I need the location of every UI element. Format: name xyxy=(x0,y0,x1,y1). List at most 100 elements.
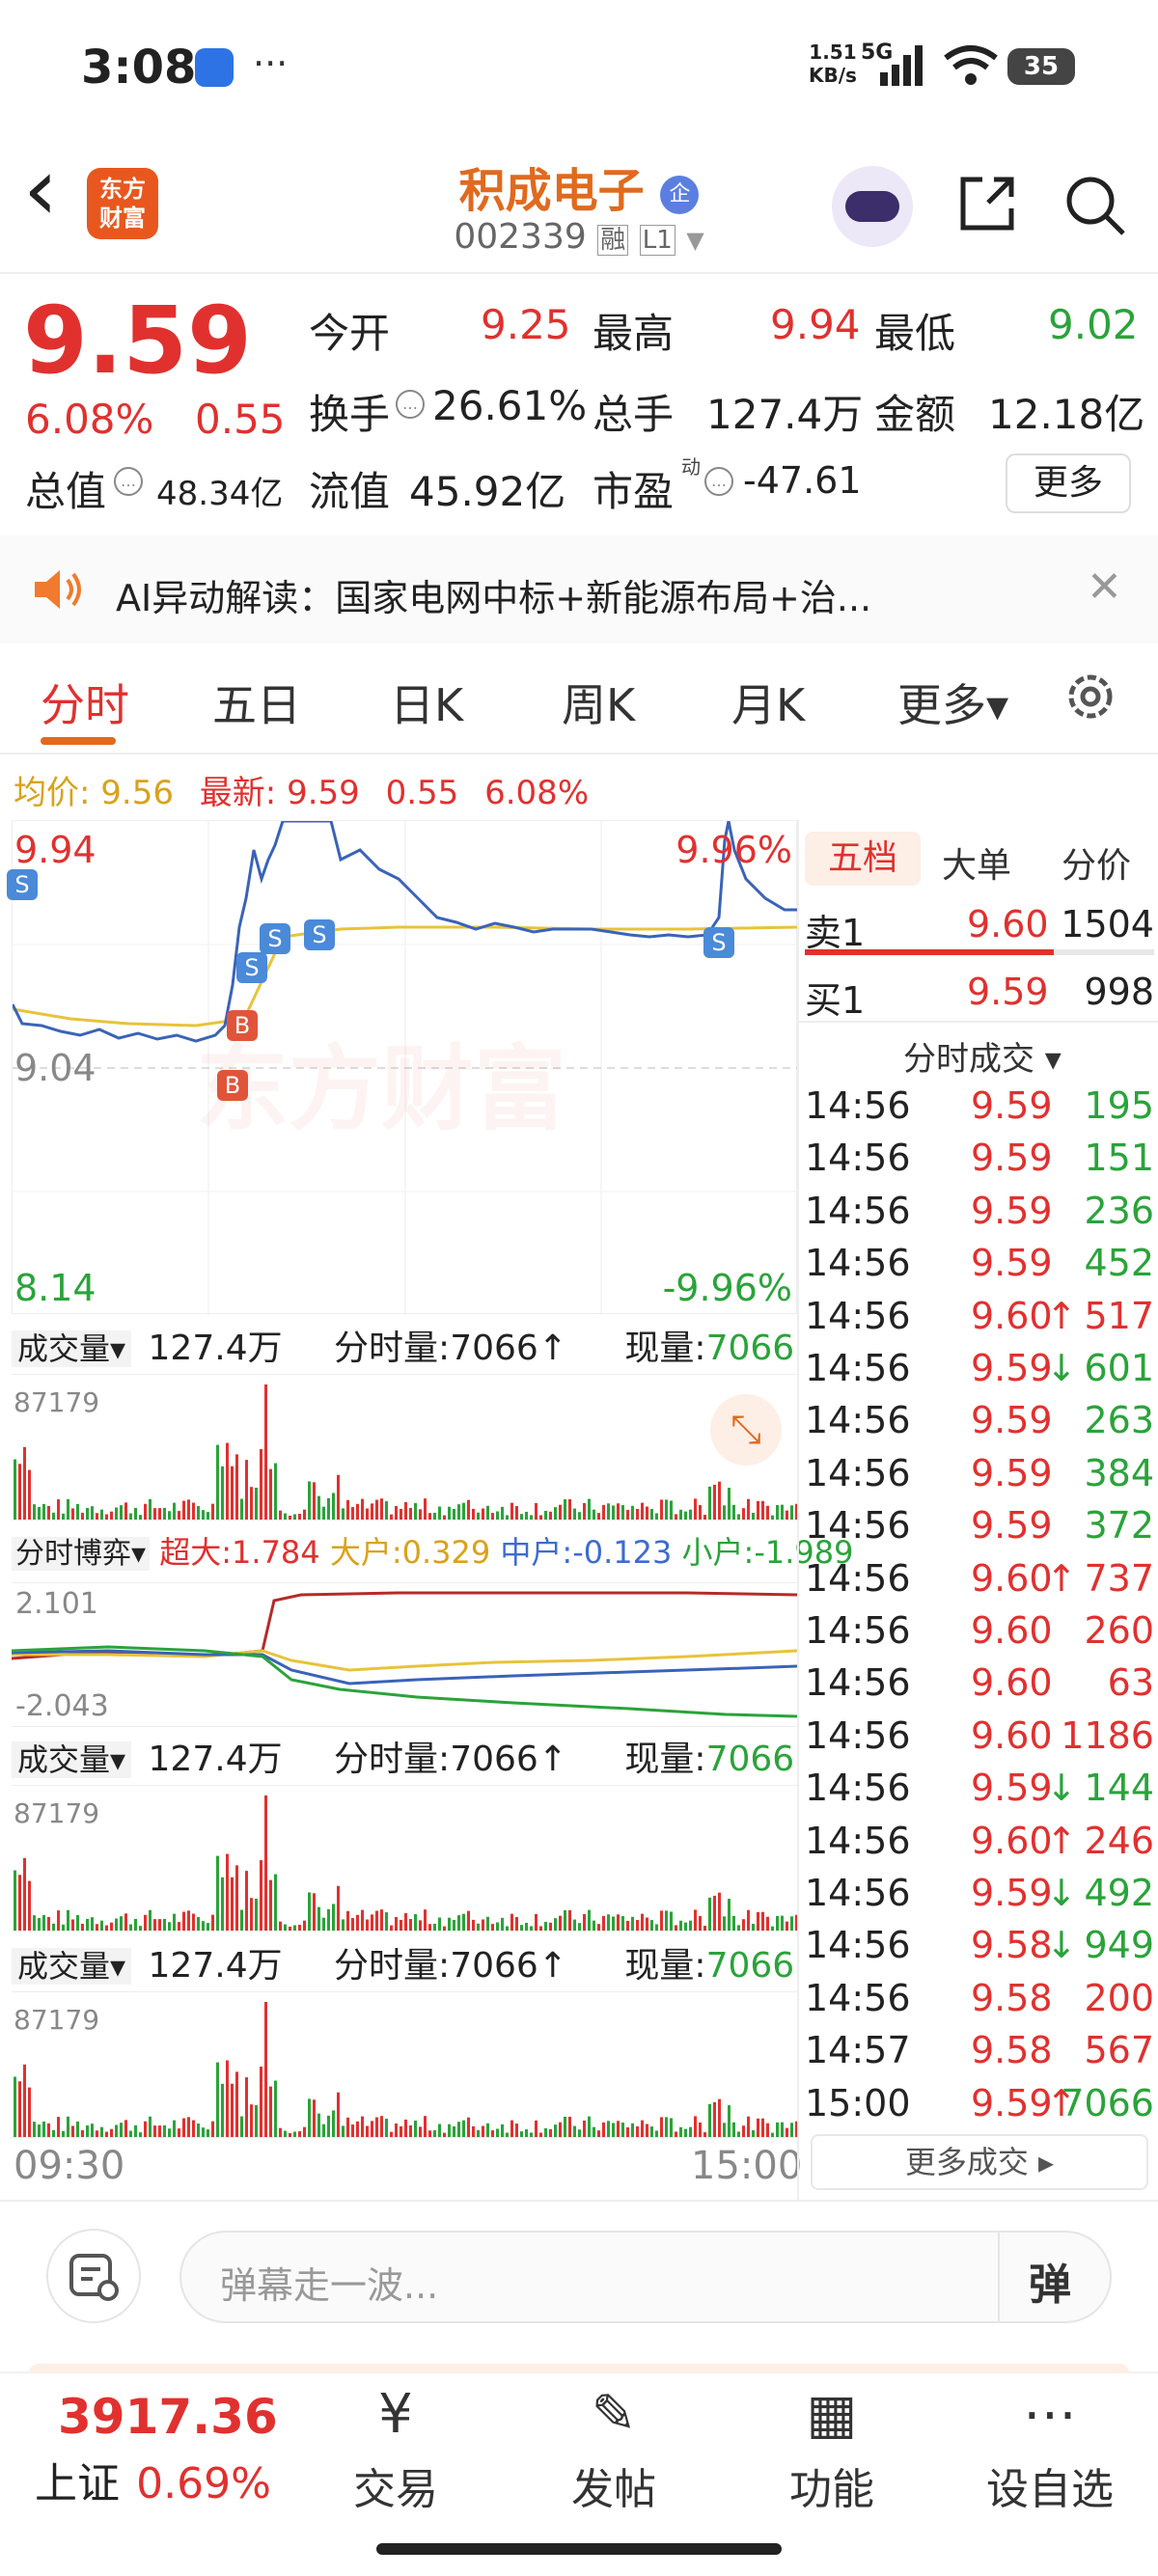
nav-functions[interactable]: ▦ 功能 xyxy=(735,2381,928,2516)
intraday-chart[interactable]: 东方财富 9.94 9.96% 9.04 8.14 -9.96% S S S S… xyxy=(7,820,798,1315)
volume-bar xyxy=(91,1506,94,1520)
expand-icon[interactable]: ⤡ xyxy=(710,1394,782,1466)
amount-label: 金额 xyxy=(874,391,956,438)
right-tab-large-orders[interactable]: 大单 xyxy=(942,837,1011,888)
sell-marker[interactable]: S xyxy=(703,927,734,958)
enterprise-badge: 企 xyxy=(660,176,700,214)
volume-bar xyxy=(404,1912,407,1931)
volume-bar xyxy=(491,1513,494,1520)
volume-chart[interactable]: 87179 xyxy=(12,1785,797,1932)
volume-bar xyxy=(221,1877,224,1931)
tab-weekly-k[interactable]: 周K xyxy=(562,671,635,734)
ai-insight-bar[interactable]: AI异动解读：国家电网中标+新能源布局+治... ✕ xyxy=(0,535,1158,644)
danmu-toggle[interactable]: 弹 xyxy=(1029,2250,1071,2312)
sell1-row: 卖1 9.60 1504 xyxy=(805,897,1154,955)
sell-marker[interactable]: S xyxy=(304,919,335,950)
volume-bar xyxy=(144,1914,147,1931)
comment-input[interactable]: 弹幕走一波... xyxy=(220,2256,438,2309)
volume-bar xyxy=(289,1515,291,1520)
tab-daily-k[interactable]: 日K xyxy=(390,671,463,734)
more-quote-button[interactable]: 更多 xyxy=(1006,453,1131,513)
trades-header[interactable]: 分时成交 ▾ xyxy=(903,1032,1062,1080)
volume-bar xyxy=(708,2103,711,2137)
share-icon[interactable] xyxy=(955,172,1019,235)
home-indicator[interactable] xyxy=(376,2543,782,2555)
volume-selector[interactable]: 成交量▾ xyxy=(12,1741,132,1778)
volume-bar xyxy=(400,1508,402,1520)
trade-icon: ¥ xyxy=(378,2383,413,2446)
volume-bar xyxy=(597,1513,600,1520)
close-icon[interactable]: ✕ xyxy=(1087,562,1122,612)
volume-bar xyxy=(636,1919,639,1931)
more-trades-button[interactable]: 更多成交 ▸ xyxy=(811,2134,1148,2190)
info-icon[interactable]: … xyxy=(396,390,425,419)
comment-input-wrap[interactable]: 弹幕走一波... 弹 xyxy=(179,2231,1112,2323)
volume-bar xyxy=(395,2124,398,2137)
volume-total: 127.4万 xyxy=(148,1329,283,1368)
sell-marker[interactable]: S xyxy=(260,923,290,954)
now-volume-label: 现量: xyxy=(624,1946,706,1986)
volume-bar xyxy=(47,2123,50,2137)
volume-bar xyxy=(187,2117,190,2137)
trade-row: 14:56 9.59 452 xyxy=(801,1242,1158,1294)
volume-bar xyxy=(105,2131,108,2137)
right-tab-by-price[interactable]: 分价 xyxy=(1062,837,1131,888)
tab-intraday[interactable]: 分时 xyxy=(41,671,129,734)
volume-bar xyxy=(428,1513,431,1520)
latest-chg: 0.55 xyxy=(385,774,459,812)
search-icon[interactable] xyxy=(1062,172,1129,239)
volume-bar xyxy=(477,1923,480,1931)
right-tab-level5[interactable]: 五档 xyxy=(805,832,921,886)
volume-bar xyxy=(621,1916,624,1931)
more-icon: ⋯ xyxy=(1023,2383,1077,2446)
volume-bar xyxy=(636,2125,639,2137)
volume-bar xyxy=(317,1906,320,1931)
robot-avatar[interactable] xyxy=(832,166,913,247)
info-icon[interactable]: … xyxy=(704,467,733,496)
buy-marker[interactable]: B xyxy=(217,1070,248,1101)
volume-bar xyxy=(313,1482,316,1520)
volume-selector[interactable]: 成交量▾ xyxy=(12,1948,132,1985)
time-start: 09:30 xyxy=(14,2144,125,2188)
gear-icon[interactable] xyxy=(1062,668,1119,726)
volume-bar xyxy=(786,2127,788,2137)
index-widget[interactable]: 3917.36 上证 0.69% xyxy=(35,2389,324,2510)
volume-chart[interactable]: 87179 ⤡ xyxy=(12,1374,797,1521)
nav-trade[interactable]: ¥ 交易 xyxy=(299,2381,492,2516)
volume-bar xyxy=(525,1922,528,1931)
trade-arrow: ↑ xyxy=(1046,1294,1077,1337)
volume-bar xyxy=(607,2121,610,2137)
nav-add-watchlist[interactable]: ⋯ 设自选 xyxy=(953,2381,1146,2516)
volume-bar xyxy=(269,2086,272,2137)
volume-bar xyxy=(453,1919,455,1931)
volume-bar xyxy=(100,2126,103,2137)
sell1-price: 9.60 xyxy=(967,903,1049,945)
volume-bar xyxy=(322,1917,325,1931)
info-icon[interactable]: … xyxy=(114,467,143,496)
tab-monthly-k[interactable]: 月K xyxy=(731,671,805,734)
tab-five-day[interactable]: 五日 xyxy=(212,671,301,734)
volume-bar xyxy=(67,2116,69,2137)
volume-bar xyxy=(105,1514,108,1520)
nav-post[interactable]: ✎ 发帖 xyxy=(517,2381,710,2516)
volume-bar xyxy=(390,1514,393,1520)
tab-more[interactable]: 更多▾ xyxy=(897,671,1008,734)
volume-chart[interactable]: 87179 xyxy=(12,1991,797,2138)
flow-chart[interactable]: 2.101 -2.043 xyxy=(12,1582,797,1727)
volume-bar xyxy=(409,1508,412,1520)
trade-row: 14:56 9.59 ↓ 492 xyxy=(801,1872,1158,1924)
volume-bar xyxy=(506,2132,509,2137)
volume-bar xyxy=(703,1515,706,1520)
flow-selector[interactable]: 分时博弈▾ xyxy=(12,1537,151,1571)
trade-row: 14:56 9.60 ↑ 246 xyxy=(801,1820,1158,1872)
sell-marker[interactable]: S xyxy=(7,869,38,900)
latest-label: 最新: xyxy=(199,774,277,812)
sell-marker[interactable]: S xyxy=(236,952,267,983)
comment-list-button[interactable] xyxy=(46,2229,141,2323)
volume-bar xyxy=(105,1925,108,1931)
buy-marker[interactable]: B xyxy=(227,1010,258,1041)
volume-bar xyxy=(385,2119,388,2137)
volume-bar xyxy=(718,1892,721,1931)
chart-bottom-pct: -9.96% xyxy=(662,1267,792,1309)
volume-selector[interactable]: 成交量▾ xyxy=(12,1330,132,1367)
